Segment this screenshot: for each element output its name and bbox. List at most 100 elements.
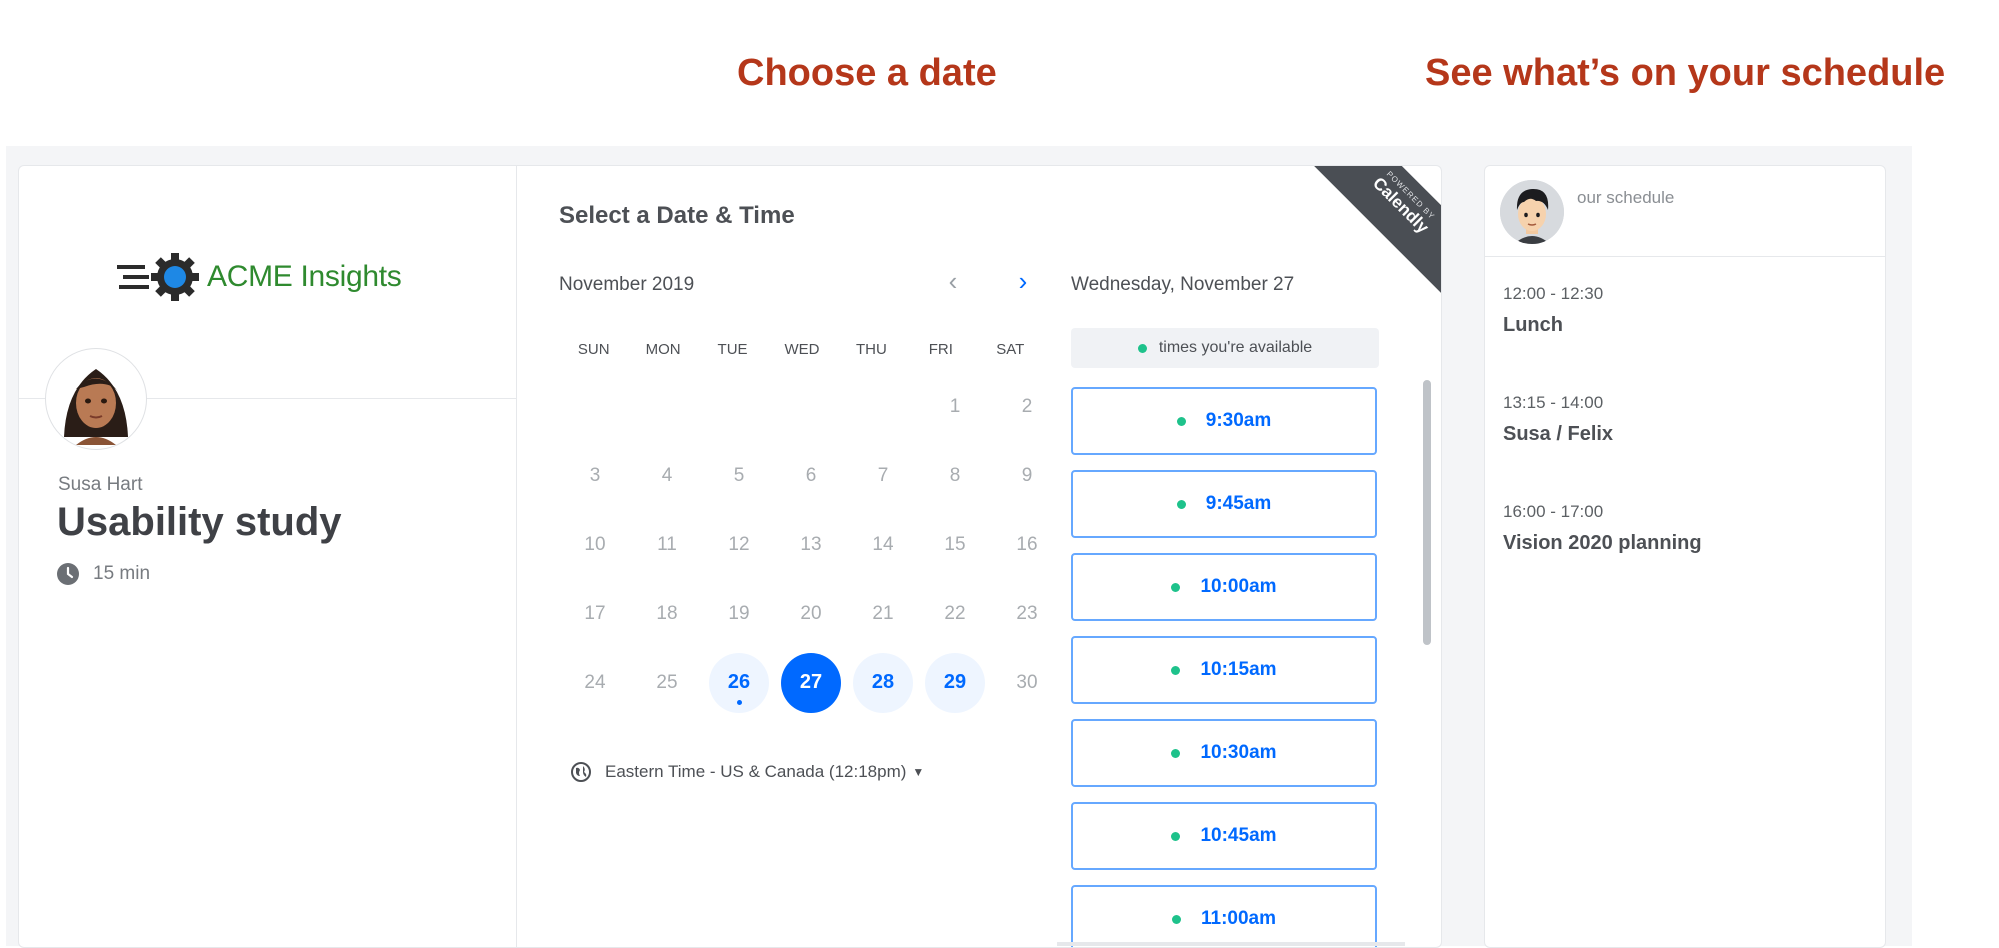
- time-slot-button[interactable]: 11:00am: [1071, 885, 1377, 947]
- calendar-day: 23: [1016, 602, 1038, 624]
- time-slot-button[interactable]: 10:00am: [1071, 553, 1377, 621]
- timezone-label: Eastern Time - US & Canada (12:18pm): [605, 762, 907, 781]
- calendar-day: 29: [919, 648, 991, 717]
- calendar-day: 1: [949, 395, 961, 417]
- time-slot-label: 10:45am: [1200, 825, 1277, 846]
- time-slot-label: 11:00am: [1200, 908, 1276, 929]
- available-dot-icon: [1171, 582, 1181, 592]
- badge-brand: Calendly: [1368, 173, 1433, 237]
- time-slot-label: 10:00am: [1200, 576, 1277, 597]
- calendar-day: 11: [657, 533, 677, 555]
- annotation-see-schedule: See what’s on your schedule: [1425, 52, 1946, 94]
- calendar-empty-cell: [775, 372, 847, 441]
- available-dot-icon: [1176, 416, 1186, 426]
- available-dot-icon: [1171, 831, 1181, 841]
- prev-month-button[interactable]: ‹: [937, 266, 969, 298]
- weekday-label: WED: [784, 341, 820, 358]
- weekday-label: TUE: [717, 341, 748, 358]
- calendar-empty-cell: [703, 372, 775, 441]
- time-slot-button[interactable]: 10:15am: [1071, 636, 1377, 704]
- chevron-down-icon: ▼: [912, 765, 925, 779]
- weekday-label: FRI: [928, 341, 953, 358]
- calendar-day: 18: [656, 602, 678, 624]
- calendar-day: 22: [944, 602, 966, 624]
- selected-date-heading: Wednesday, November 27: [1071, 274, 1295, 295]
- schedule-event: 16:00 - 17:00 Vision 2020 planning: [1503, 502, 1702, 555]
- schedule-event-list: 12:00 - 12:30 Lunch 13:15 - 14:00 Susa /…: [1503, 284, 1702, 611]
- clock-icon: [57, 563, 79, 585]
- calendar-day: 3: [589, 464, 601, 486]
- schedule-label: our schedule: [1577, 188, 1675, 207]
- calendar-day: 10: [584, 533, 606, 555]
- available-day-button[interactable]: 29: [925, 652, 985, 713]
- panel-title: Select a Date & Time: [559, 202, 795, 229]
- available-dot-icon: [1171, 665, 1181, 675]
- time-slot-label: 9:45am: [1205, 493, 1272, 514]
- event-time: 13:15 - 14:00: [1503, 393, 1604, 412]
- calendar-day: 12: [728, 533, 750, 555]
- weekday-label: SAT: [996, 341, 1025, 358]
- time-slot-label: 10:30am: [1200, 742, 1277, 763]
- calendar-empty-cell: [847, 372, 919, 441]
- globe-icon: [571, 762, 591, 782]
- calendar-empty-cell: [631, 372, 703, 441]
- calendar-day: 25: [656, 671, 678, 693]
- today-indicator-icon: [736, 700, 742, 705]
- calendar-grid: 1 2 3 4 5 6 7 8 9 10 11 12 13 14 15 16 17 18 19 20 21 22 23 24 2…: [559, 372, 1063, 717]
- schedule-event: 12:00 - 12:30 Lunch: [1503, 284, 1702, 337]
- time-slot-button[interactable]: 10:45am: [1071, 802, 1377, 870]
- brand-logo: ACME Insights: [117, 251, 402, 303]
- event-name: Vision 2020 planning: [1503, 532, 1702, 554]
- calendar-day: 20: [800, 602, 822, 624]
- event-details-panel: ACME Insights Susa Hart Usability study …: [19, 166, 517, 947]
- divider: [1057, 942, 1405, 946]
- next-month-button[interactable]: ›: [1007, 266, 1039, 298]
- selected-day-button[interactable]: 27: [781, 652, 841, 713]
- time-slot-button[interactable]: 9:30am: [1071, 387, 1377, 455]
- calendar-day: 26: [703, 648, 775, 717]
- available-dot-icon: [1176, 499, 1186, 509]
- calendar-day: 16: [1016, 533, 1038, 555]
- calendar-day: 2: [1021, 395, 1033, 417]
- powered-by-badge[interactable]: POWERED BY Calendly: [1299, 166, 1441, 306]
- brand-name: ACME Insights: [207, 260, 402, 293]
- available-dot-icon: [1171, 748, 1181, 758]
- legend-label: times you're available: [1158, 339, 1313, 356]
- calendar-day: 8: [949, 464, 961, 486]
- time-slot-list: 9:30am 9:45am 10:00am 10:15am 10:30am 10:45am…: [1071, 387, 1379, 947]
- calendar-empty-cell: [559, 372, 631, 441]
- host-name: Susa Hart: [58, 474, 143, 495]
- event-title: Usability study: [57, 500, 342, 544]
- calendar-day: 19: [728, 602, 750, 624]
- calendar-day: 9: [1021, 464, 1033, 486]
- timezone-selector[interactable]: Eastern Time - US & Canada (12:18pm) ▼: [571, 762, 924, 782]
- time-slot-label: 10:15am: [1200, 659, 1277, 680]
- scheduling-card: ACME Insights Susa Hart Usability study …: [18, 165, 1442, 948]
- availability-legend: times you're available: [1071, 328, 1379, 368]
- time-slot-button[interactable]: 10:30am: [1071, 719, 1377, 787]
- weekday-label: THU: [855, 341, 887, 358]
- annotation-choose-date: Choose a date: [737, 52, 997, 94]
- weekday-label: SUN: [577, 341, 610, 358]
- gear-logo-icon: [117, 253, 199, 301]
- time-slot-button[interactable]: 9:45am: [1071, 470, 1377, 538]
- event-time: 12:00 - 12:30: [1503, 284, 1604, 303]
- user-avatar: [1500, 180, 1564, 244]
- schedule-panel: our schedule 12:00 - 12:30 Lunch 13:15 -…: [1484, 165, 1886, 948]
- duration-label: 15 min: [93, 563, 151, 584]
- schedule-event: 13:15 - 14:00 Susa / Felix: [1503, 393, 1702, 446]
- calendar-day: 13: [800, 533, 822, 555]
- event-time: 16:00 - 17:00: [1503, 502, 1604, 521]
- weekday-header: SUN MON TUE WED THU FRI SAT: [559, 341, 1045, 358]
- calendar-day: 4: [661, 464, 673, 486]
- calendar-day: 17: [584, 602, 606, 624]
- time-slot-label: 9:30am: [1205, 410, 1272, 431]
- schedule-header: our schedule: [1485, 166, 1885, 257]
- host-avatar: [45, 348, 147, 450]
- available-day-button[interactable]: 28: [853, 652, 913, 713]
- calendar-day: 15: [944, 533, 966, 555]
- weekday-label: MON: [645, 341, 681, 358]
- calendar-day: 27: [775, 648, 847, 717]
- event-name: Lunch: [1503, 314, 1563, 336]
- scrollbar[interactable]: [1423, 380, 1431, 645]
